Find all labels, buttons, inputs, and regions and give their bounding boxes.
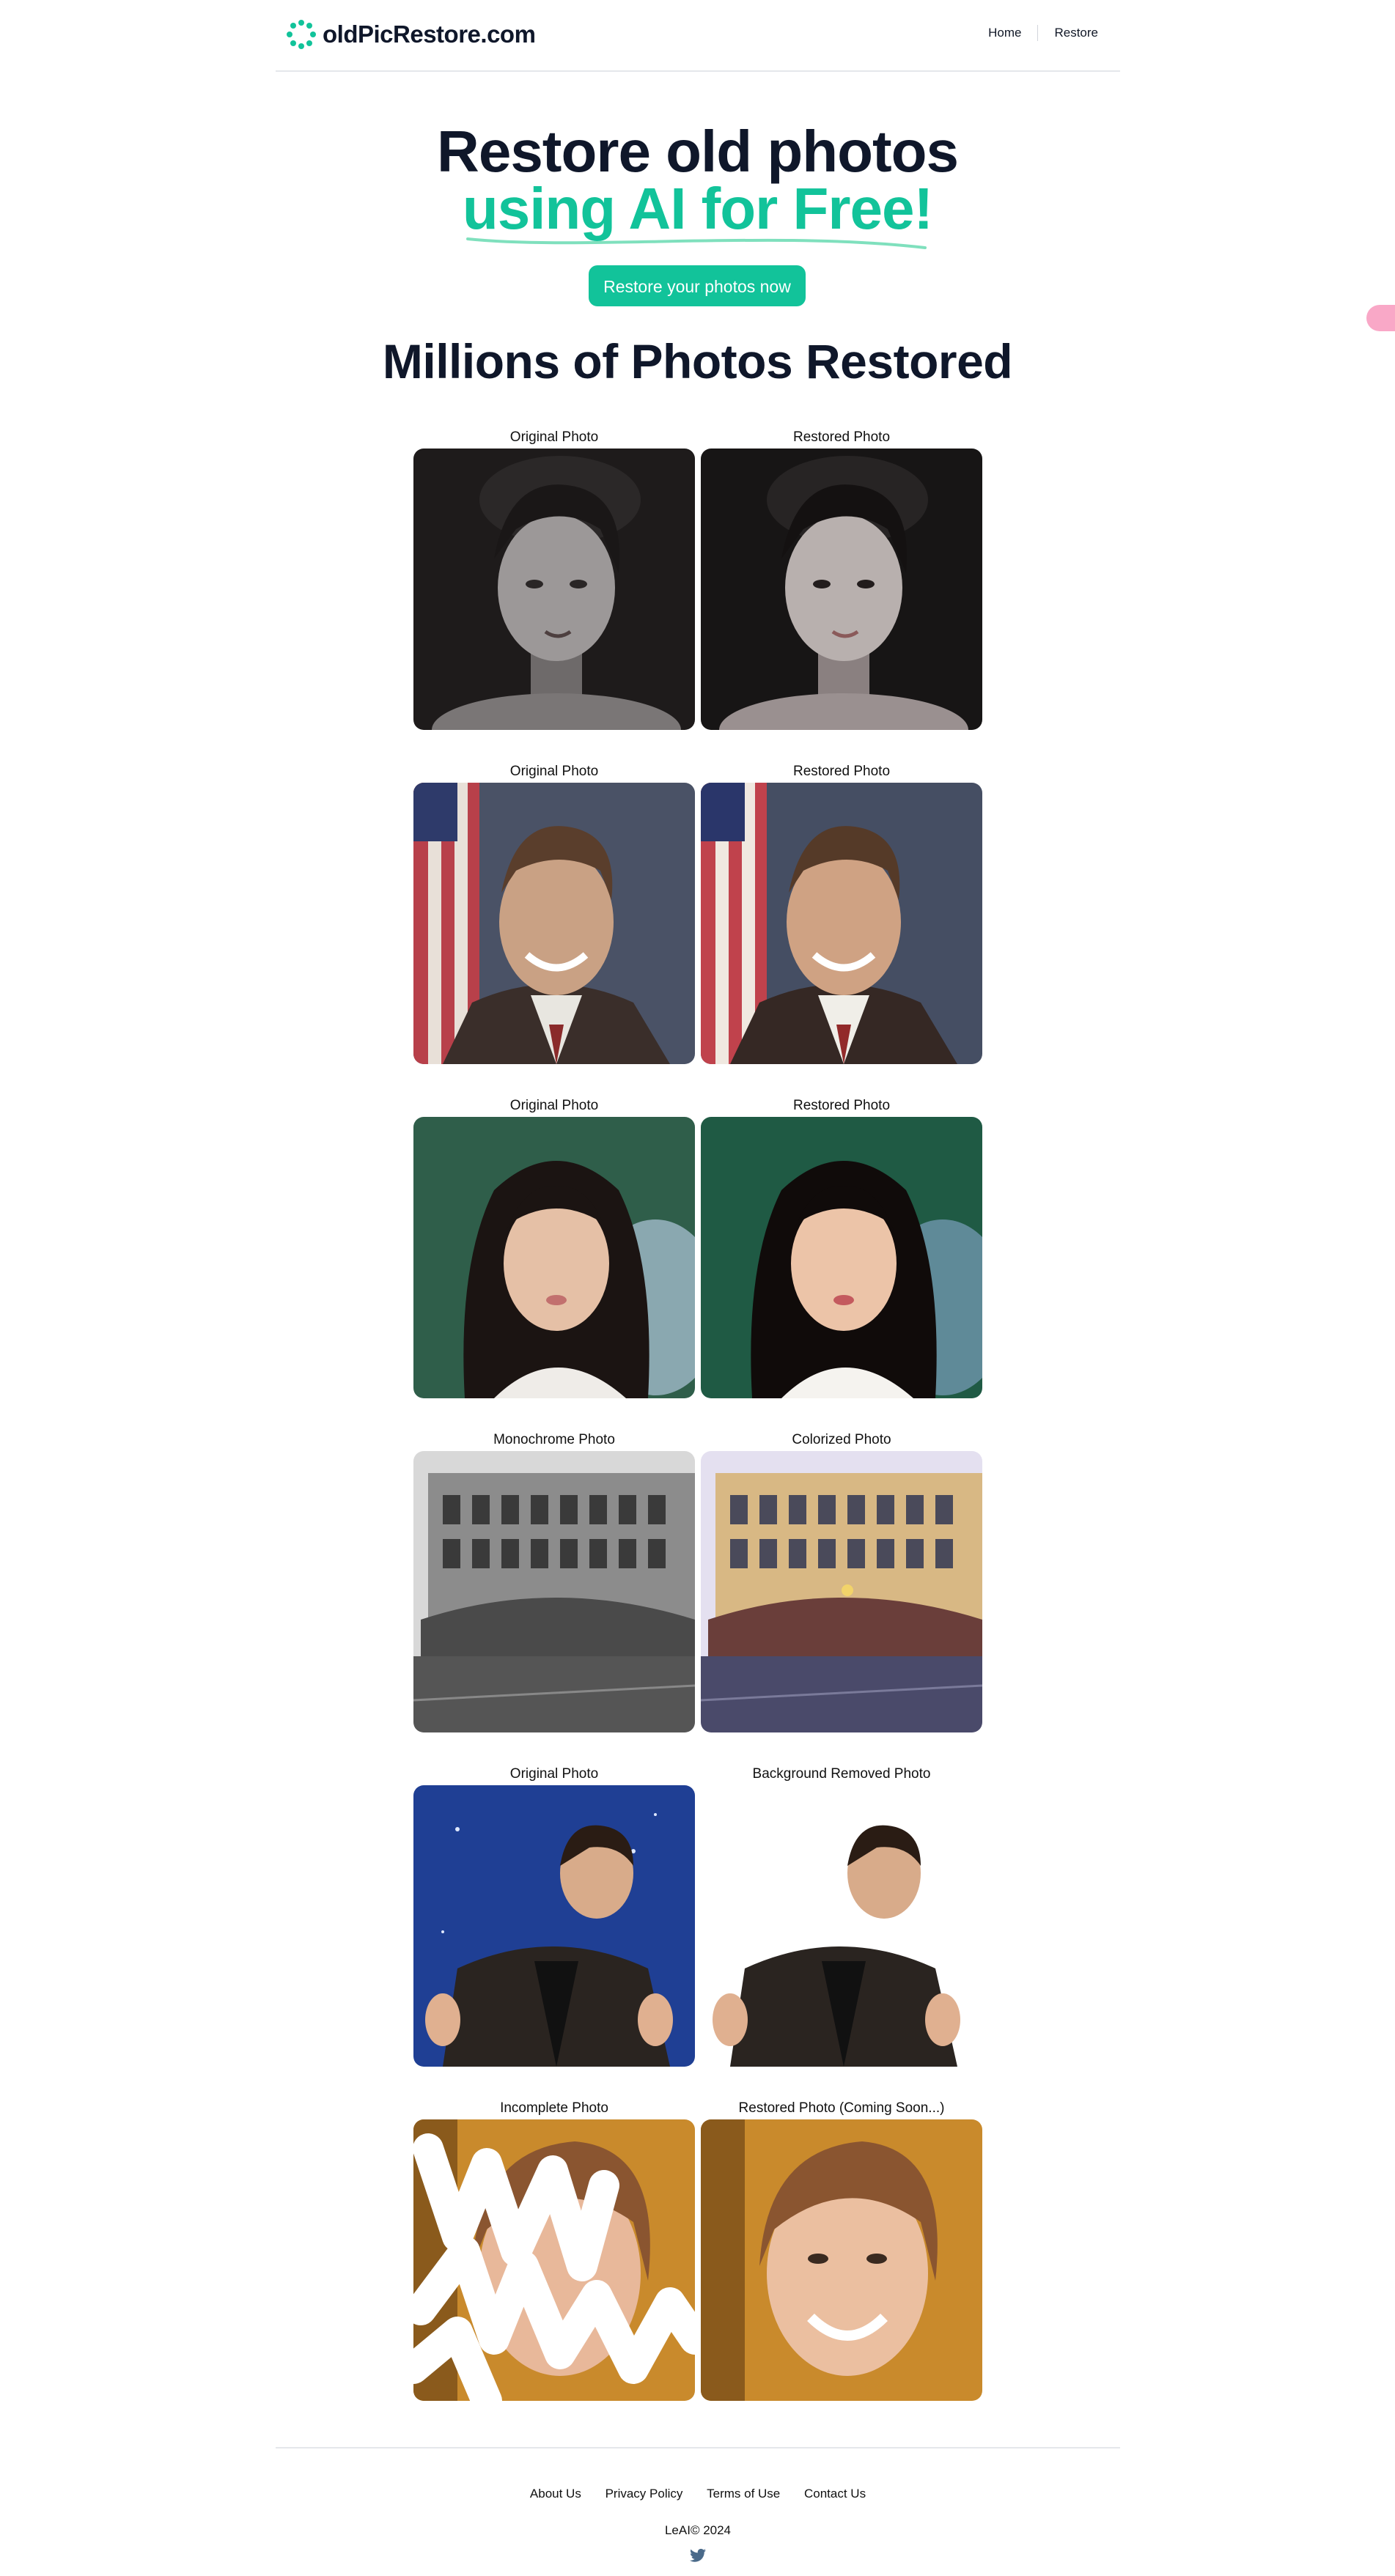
site-header: oldPicRestore.com Home Restore — [276, 0, 1120, 72]
photo-restored[interactable] — [701, 449, 982, 730]
photo-background-removed[interactable] — [701, 1785, 982, 2067]
photo-restored[interactable] — [701, 783, 982, 1064]
photo-caption: Restored Photo — [792, 429, 891, 445]
photo-pair: Original Photo Restored Photo — [413, 1095, 982, 1429]
photo-original[interactable] — [413, 449, 695, 730]
section-title: Millions of Photos Restored — [382, 334, 1013, 388]
logo-text: oldPicRestore.com — [323, 21, 536, 48]
nav-divider — [1037, 25, 1039, 41]
photo-caption: Colorized Photo — [792, 1432, 891, 1447]
photo-restored[interactable] — [701, 1117, 982, 1398]
photo-original[interactable] — [413, 783, 695, 1064]
photo-original[interactable] — [413, 1785, 695, 2067]
photo-restored[interactable] — [701, 2119, 982, 2401]
top-nav: Home Restore — [988, 25, 1098, 41]
photo-card: Original Photo — [413, 427, 695, 730]
hero-line-2: using AI for Free! — [462, 176, 933, 241]
photo-caption: Original Photo — [509, 764, 599, 779]
photo-card: Original Photo — [413, 761, 695, 1064]
photo-monochrome[interactable] — [413, 1451, 695, 1732]
footer-link-terms[interactable]: Terms of Use — [707, 2487, 780, 2501]
twitter-icon[interactable] — [690, 2548, 706, 2563]
photo-caption: Restored Photo (Coming Soon...) — [738, 2100, 945, 2116]
photo-pair: Incomplete Photo Restored Photo (Coming … — [413, 2097, 982, 2432]
photo-card: Original Photo — [413, 1095, 695, 1398]
photo-original[interactable] — [413, 1117, 695, 1398]
footer-link-privacy[interactable]: Privacy Policy — [606, 2487, 683, 2501]
photo-card: Restored Photo — [701, 427, 982, 730]
site-footer: About Us Privacy Policy Terms of Use Con… — [276, 2447, 1120, 2576]
photo-card: Restored Photo — [701, 761, 982, 1064]
sparkle-ring-icon — [287, 20, 316, 49]
photo-caption: Restored Photo — [792, 764, 891, 779]
photo-card: Monochrome Photo — [413, 1429, 695, 1732]
nav-restore[interactable]: Restore — [1054, 26, 1098, 40]
photo-card: Original Photo — [413, 1763, 695, 2067]
photo-card: Background Removed Photo — [701, 1763, 982, 2067]
photo-caption: Incomplete Photo — [500, 2100, 608, 2116]
photo-caption: Monochrome Photo — [493, 1432, 615, 1447]
gallery: Original Photo Restored Photo Original P… — [413, 427, 982, 2432]
hero-line-1: Restore old photos — [437, 119, 959, 184]
photo-caption: Original Photo — [509, 429, 599, 445]
photo-pair: Original Photo Restored Photo — [413, 427, 982, 761]
photo-colorized[interactable] — [701, 1451, 982, 1732]
photo-pair: Original Photo Restored Photo — [413, 761, 982, 1095]
photo-pair: Original Photo Background Removed Photo — [413, 1763, 982, 2097]
side-floating-widget[interactable] — [1366, 305, 1395, 331]
hero-underline — [466, 237, 927, 249]
hero: Restore old photos using AI for Free! — [0, 122, 1395, 241]
photo-card: Colorized Photo — [701, 1429, 982, 1732]
copyright: LeAI© 2024 — [664, 2523, 732, 2537]
footer-link-contact[interactable]: Contact Us — [804, 2487, 866, 2501]
photo-caption: Restored Photo — [792, 1098, 891, 1113]
photo-card: Restored Photo (Coming Soon...) — [701, 2097, 982, 2401]
photo-card: Incomplete Photo — [413, 2097, 695, 2401]
footer-link-about[interactable]: About Us — [530, 2487, 581, 2501]
photo-pair: Monochrome Photo Colorized Photo — [413, 1429, 982, 1763]
photo-caption: Original Photo — [509, 1766, 599, 1782]
photo-card: Restored Photo — [701, 1095, 982, 1398]
logo[interactable]: oldPicRestore.com — [286, 19, 536, 50]
photo-incomplete[interactable] — [413, 2119, 695, 2401]
footer-links: About Us Privacy Policy Terms of Use Con… — [276, 2487, 1120, 2501]
photo-caption: Original Photo — [509, 1098, 599, 1113]
restore-now-button[interactable]: Restore your photos now — [589, 265, 806, 306]
hero-heading: Restore old photos using AI for Free! — [0, 122, 1395, 241]
photo-caption: Background Removed Photo — [752, 1766, 931, 1782]
nav-home[interactable]: Home — [988, 26, 1021, 40]
